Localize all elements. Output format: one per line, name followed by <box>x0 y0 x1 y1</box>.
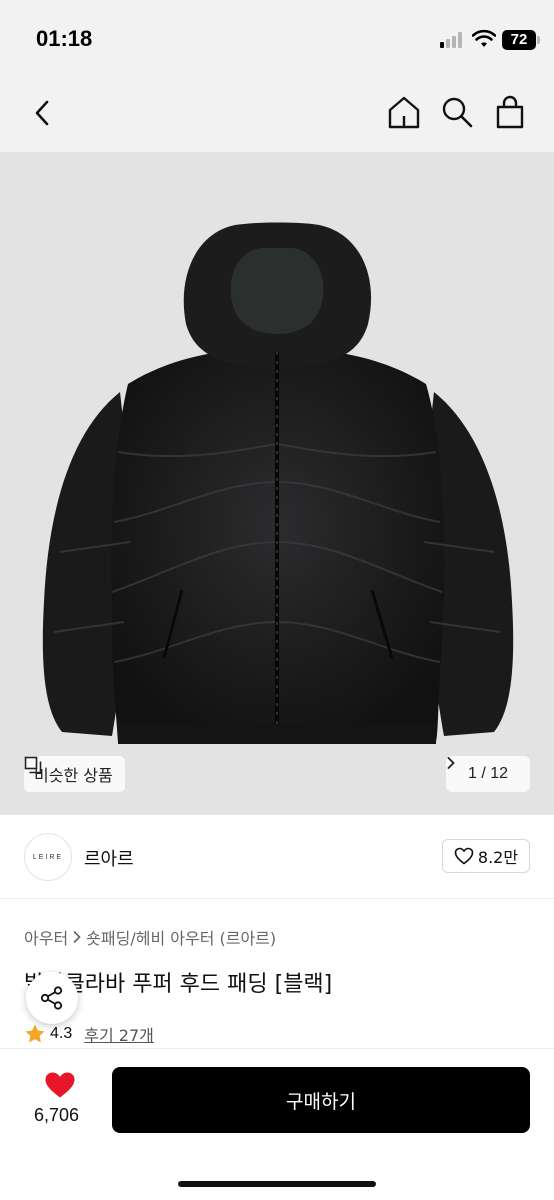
page-counter-text: 1 / 12 <box>467 765 509 782</box>
similar-items-icon <box>24 756 42 774</box>
home-indicator <box>178 1181 376 1187</box>
share-icon <box>40 986 63 1010</box>
shopping-bag-icon[interactable] <box>494 94 526 130</box>
buy-button[interactable]: 구매하기 <box>112 1067 530 1133</box>
chevron-right-icon <box>447 757 455 769</box>
rating-value: 4.3 <box>50 1025 73 1042</box>
brand-like-button[interactable]: 8.2만 <box>442 839 530 873</box>
bottom-action-bar: 6,706 구매하기 <box>0 1048 554 1200</box>
similar-products-button[interactable]: 비슷한 상품 <box>24 756 125 792</box>
cellular-signal-icon <box>440 32 466 48</box>
battery-indicator: 72 <box>502 30 536 50</box>
battery-cap <box>537 36 540 44</box>
brand-logo[interactable]: LEIRE <box>24 833 72 881</box>
similar-products-label: 비슷한 상품 <box>34 766 113 785</box>
status-bar: 01:18 72 <box>0 0 554 80</box>
search-icon[interactable] <box>440 94 474 130</box>
status-time: 01:18 <box>36 26 93 51</box>
chevron-left-icon[interactable] <box>28 96 58 130</box>
home-icon[interactable] <box>386 94 422 130</box>
product-rating: 4.3 후기 27개 <box>24 1022 154 1046</box>
product-image-carousel[interactable]: 비슷한 상품 1 / 12 <box>0 152 554 815</box>
brand-row[interactable]: LEIRE 르아르 8.2만 <box>0 815 554 899</box>
brand-name[interactable]: 르아르 <box>84 845 134 871</box>
breadcrumb-subcategory[interactable]: 숏패딩/헤비 아우터 (르아르) <box>86 925 276 949</box>
heart-outline-icon <box>454 847 474 865</box>
share-button[interactable] <box>26 972 78 1024</box>
wish-count: 6,706 <box>34 1105 80 1125</box>
puffer-jacket-image <box>42 222 514 744</box>
breadcrumb-category[interactable]: 아우터 <box>24 925 68 949</box>
heart-filled-icon[interactable] <box>44 1071 76 1099</box>
chevron-right-icon <box>73 931 81 943</box>
top-nav <box>0 80 554 152</box>
star-icon <box>25 1024 45 1043</box>
breadcrumb: 아우터 숏패딩/헤비 아우터 (르아르) <box>24 925 276 949</box>
brand-like-count: 8.2만 <box>477 848 519 867</box>
review-count-link[interactable]: 후기 27개 <box>84 1022 154 1046</box>
image-page-counter[interactable]: 1 / 12 <box>446 756 530 792</box>
wifi-icon <box>472 29 496 47</box>
